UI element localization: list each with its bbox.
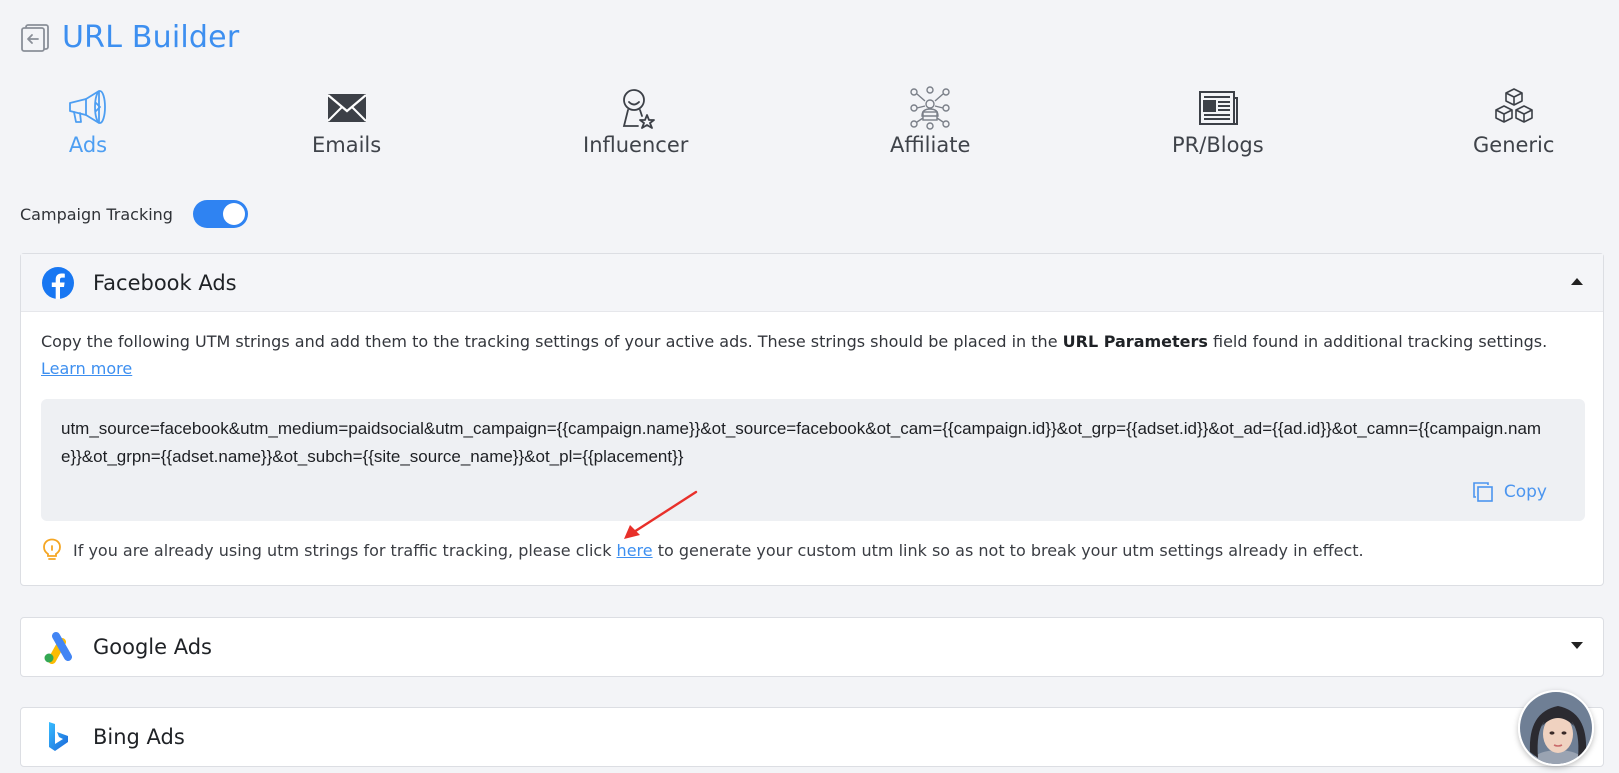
tab-pr-blogs[interactable]: PR/Blogs xyxy=(1172,86,1264,157)
bing-ads-panel: Bing Ads xyxy=(20,707,1604,767)
utm-string-text: utm_source=facebook&utm_medium=paidsocia… xyxy=(61,419,1542,466)
support-chat-avatar[interactable] xyxy=(1518,690,1594,766)
google-ads-icon xyxy=(44,632,72,664)
facebook-ads-body: Copy the following UTM strings and add t… xyxy=(21,312,1603,562)
campaign-tracking-label: Campaign Tracking xyxy=(20,204,173,224)
back-icon[interactable] xyxy=(20,23,50,53)
newspaper-icon xyxy=(1198,91,1238,125)
learn-more-link[interactable]: Learn more xyxy=(41,359,132,378)
panel-title: Bing Ads xyxy=(93,725,185,749)
tab-label: Affiliate xyxy=(890,133,971,157)
facebook-ads-header[interactable]: Facebook Ads xyxy=(21,254,1603,312)
url-parameters-label: URL Parameters xyxy=(1062,332,1208,351)
envelope-icon xyxy=(326,94,367,122)
facebook-ads-panel: Facebook Ads Copy the following UTM stri… xyxy=(20,253,1604,586)
bing-icon xyxy=(49,722,68,751)
tab-emails[interactable]: Emails xyxy=(312,86,381,157)
utm-string-box: utm_source=facebook&utm_medium=paidsocia… xyxy=(41,399,1585,521)
tab-label: Ads xyxy=(68,133,108,157)
category-tabs: Ads Emails Influencer Affiliate PR/Blogs… xyxy=(0,86,1619,166)
copy-icon xyxy=(1473,482,1493,502)
google-ads-panel: Google Ads xyxy=(20,617,1604,677)
tab-affiliate[interactable]: Affiliate xyxy=(890,86,970,157)
expand-caret-icon[interactable] xyxy=(1571,642,1583,649)
campaign-tracking-row: Campaign Tracking xyxy=(20,200,248,228)
tip-text: If you are already using utm strings for… xyxy=(73,540,1364,560)
panel-title: Google Ads xyxy=(93,635,212,659)
affiliate-network-icon xyxy=(910,86,950,130)
tab-influencer[interactable]: Influencer xyxy=(583,86,688,157)
tip-row: If you are already using utm strings for… xyxy=(41,538,1583,562)
influencer-icon xyxy=(622,89,655,129)
tab-ads[interactable]: Ads xyxy=(66,86,110,157)
tab-label: Generic xyxy=(1473,133,1555,157)
copy-button[interactable]: Copy xyxy=(1471,480,1547,504)
tab-label: PR/Blogs xyxy=(1172,133,1264,157)
cubes-icon xyxy=(1494,88,1533,123)
collapse-caret-icon[interactable] xyxy=(1571,278,1583,285)
bing-ads-header[interactable]: Bing Ads xyxy=(21,708,1603,766)
campaign-tracking-toggle[interactable] xyxy=(192,200,248,228)
page-header: URL Builder xyxy=(20,20,239,55)
panel-title: Facebook Ads xyxy=(93,270,237,295)
tab-generic[interactable]: Generic xyxy=(1473,86,1554,157)
copy-label: Copy xyxy=(1503,482,1547,502)
tab-label: Emails xyxy=(312,133,382,157)
tab-label: Influencer xyxy=(583,133,689,157)
here-link[interactable]: here xyxy=(617,541,653,560)
lightbulb-icon xyxy=(43,538,61,560)
megaphone-icon xyxy=(69,90,106,124)
google-ads-header[interactable]: Google Ads xyxy=(21,618,1603,676)
page-title: URL Builder xyxy=(62,20,240,55)
instructions-text: Copy the following UTM strings and add t… xyxy=(41,332,1548,378)
facebook-icon xyxy=(42,266,74,299)
toggle-knob xyxy=(222,203,245,225)
